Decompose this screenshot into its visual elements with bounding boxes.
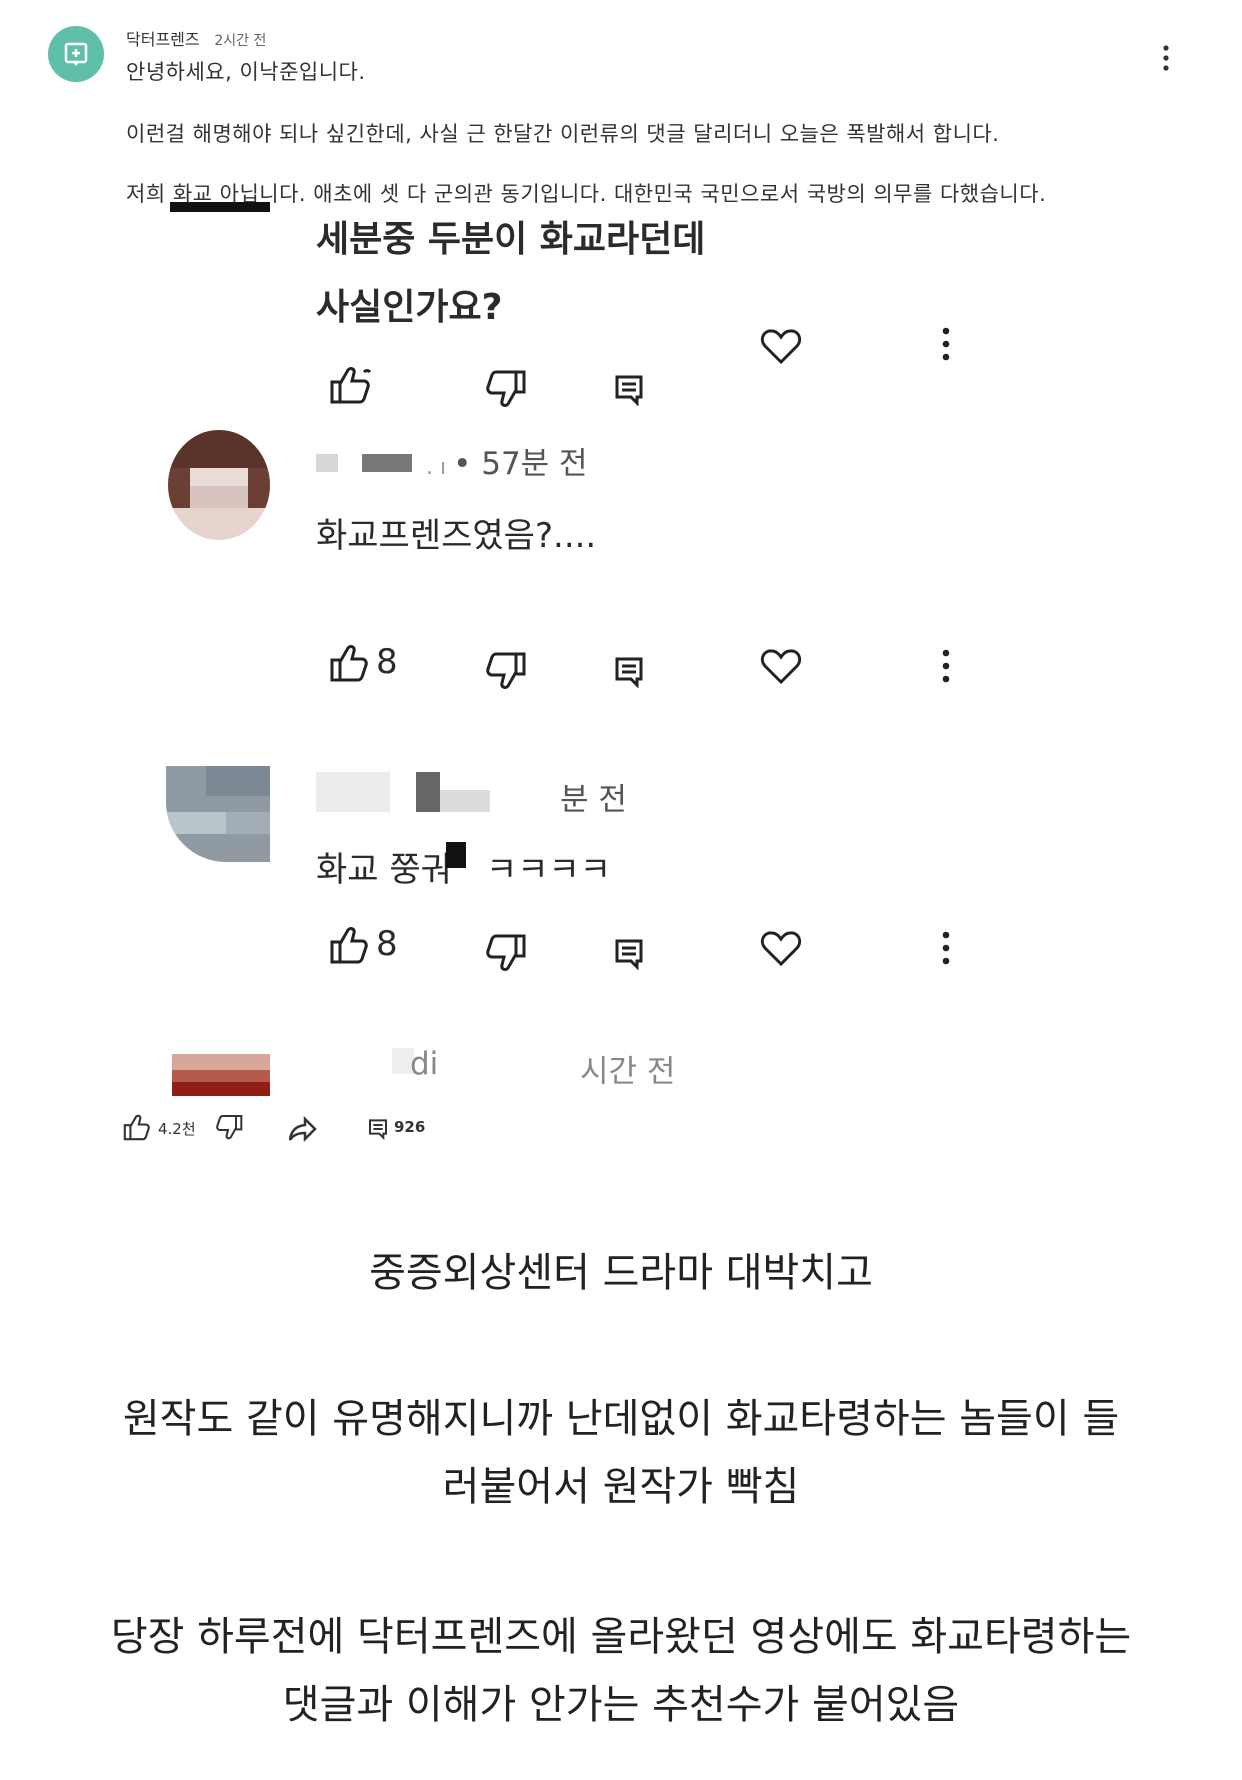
dislike-icon[interactable]	[486, 652, 528, 692]
like-icon[interactable]	[328, 644, 368, 684]
heart-icon[interactable]	[760, 648, 802, 686]
heart-icon[interactable]	[760, 930, 802, 968]
blurred-name	[416, 772, 440, 812]
blurred-avatar-fragment	[170, 202, 270, 212]
reply-icon[interactable]	[368, 1118, 388, 1140]
comment-author[interactable]: 닥터프렌즈	[126, 30, 200, 49]
reply-icon[interactable]	[614, 374, 644, 406]
caption-line-3: 러붙어서 원작가 빡침	[442, 1464, 800, 1510]
caption-line-1: 중증외상센터 드라마 대박치고	[369, 1250, 873, 1296]
blurred-name	[362, 454, 412, 472]
c1-line-2: 사실인가요?	[316, 287, 503, 328]
more-options-icon[interactable]	[940, 930, 952, 966]
comment-actions: 4.2천 926	[120, 1112, 440, 1146]
reply-icon[interactable]	[614, 656, 644, 688]
c2-like-count: 8	[376, 642, 398, 682]
c4-time: 시간 전	[580, 1054, 676, 1090]
blurred-avatar	[166, 766, 270, 862]
more-options-icon[interactable]	[1154, 40, 1178, 76]
blurred-avatar	[168, 430, 270, 540]
like-icon[interactable]	[328, 926, 368, 966]
heart-icon[interactable]	[760, 328, 802, 366]
channel-logo-icon	[64, 42, 88, 66]
dislike-icon[interactable]	[486, 370, 528, 410]
caption-line-2: 원작도 같이 유명해지니까 난데없이 화교타령하는 놈들이 들	[122, 1396, 1120, 1442]
reply-count: 926	[394, 1118, 426, 1136]
channel-avatar[interactable]	[48, 26, 104, 82]
more-options-icon[interactable]	[940, 326, 952, 362]
dislike-icon[interactable]	[486, 934, 528, 974]
c2-time: . ı • 57분 전	[426, 446, 588, 482]
c4-name-tail: di	[410, 1046, 439, 1082]
caption-line-5: 댓글과 이해가 안가는 추천수가 붙어있음	[282, 1682, 960, 1728]
blurred-name	[316, 772, 390, 812]
c3-text: 화교 쭝궈 ㅋㅋㅋㅋ	[316, 842, 611, 891]
blurred-name	[316, 454, 338, 472]
c3-like-count: 8	[376, 924, 398, 964]
reply-icon[interactable]	[614, 938, 644, 970]
like-icon[interactable]	[122, 1114, 150, 1142]
embedded-screenshot: 세분중 두분이 화교라던데 사실인가요? . ı • 57분 전 화교프렌즈였음…	[0, 200, 1242, 1100]
caption-line-4: 당장 하루전에 닥터프렌즈에 올라왔던 영상에도 화교타령하는	[110, 1614, 1132, 1660]
blurred-name	[440, 790, 490, 812]
share-icon[interactable]	[288, 1116, 318, 1142]
comment-time: 2시간 전	[214, 33, 267, 49]
c3-time: 분 전	[560, 782, 627, 818]
like-icon[interactable]	[328, 364, 374, 406]
comment-line-2: 이런걸 해명해야 되나 싶긴한데, 사실 근 한달간 이런류의 댓글 달리더니 …	[126, 122, 1000, 146]
blurred-avatar	[172, 1054, 270, 1096]
c2-text: 화교프렌즈였음?....	[316, 516, 597, 556]
like-count: 4.2천	[158, 1120, 196, 1138]
comment-line-1: 안녕하세요, 이낙준입니다.	[126, 60, 366, 84]
dislike-icon[interactable]	[216, 1114, 244, 1142]
comment-header: 닥터프렌즈 2시간 전	[126, 26, 266, 50]
more-options-icon[interactable]	[940, 648, 952, 684]
c1-line-1: 세분중 두분이 화교라던데	[316, 219, 706, 260]
